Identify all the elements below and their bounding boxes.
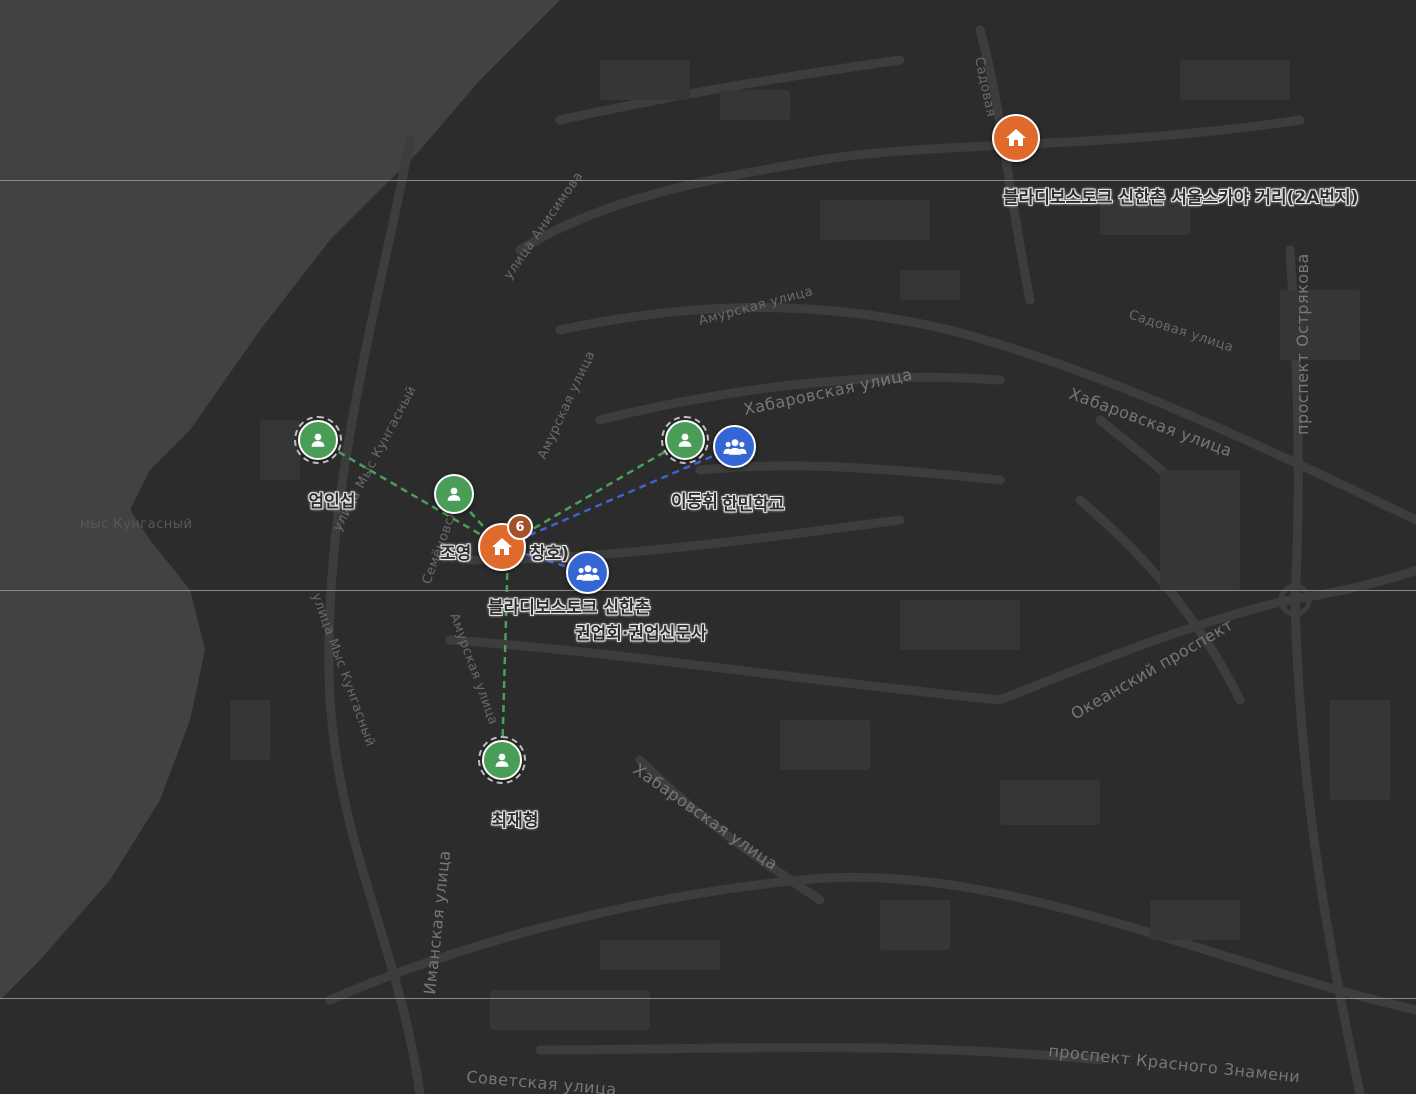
map-view[interactable]: улица Анисимова Амурская улица Амурская … xyxy=(0,0,1416,1094)
street-ostryakova: проспект Острякова xyxy=(1293,253,1312,435)
house-label-seoul: 블라디보스토크 신한촌 서울스카야 거리(2A번지) xyxy=(1003,188,1359,208)
person-icon xyxy=(495,753,509,767)
group-marker-kwon[interactable] xyxy=(566,551,609,594)
tile-seam xyxy=(0,590,1416,591)
person-icon xyxy=(311,433,325,447)
house-label-main-right: 창호) xyxy=(530,544,570,564)
person-marker-plain[interactable] xyxy=(434,474,474,514)
house-label-main-left: 조영 xyxy=(440,544,472,564)
group-icon xyxy=(722,438,747,455)
person-label-lee: 이동휘 xyxy=(671,492,718,512)
house-icon xyxy=(492,538,512,555)
cluster-count-badge[interactable]: 6 xyxy=(507,514,533,540)
map-base[interactable]: улица Анисимова Амурская улица Амурская … xyxy=(0,0,1416,1094)
group-icon xyxy=(575,564,600,581)
person-icon xyxy=(447,487,461,501)
street-kungasny-3: мыс Кунгасный xyxy=(80,517,192,532)
group-label-kwon-line2: 권업회·권업신문사 xyxy=(575,624,707,644)
tile-seam xyxy=(0,180,1416,181)
group-label-kwon-line1: 블라디보스토크 신한촌 xyxy=(488,598,651,618)
tile-seam xyxy=(0,998,1416,999)
person-marker-lee[interactable] xyxy=(661,416,709,464)
person-marker-choi[interactable] xyxy=(478,736,526,784)
person-marker-eom[interactable] xyxy=(294,416,342,464)
group-marker-school[interactable] xyxy=(713,425,756,468)
person-label-choi: 최재형 xyxy=(491,811,539,831)
person-icon xyxy=(678,433,692,447)
person-label-eom: 엄인섭 xyxy=(308,492,356,512)
house-marker-seoul[interactable] xyxy=(992,114,1040,162)
house-icon xyxy=(1006,129,1026,146)
group-label-school: 한민학교 xyxy=(722,495,785,515)
